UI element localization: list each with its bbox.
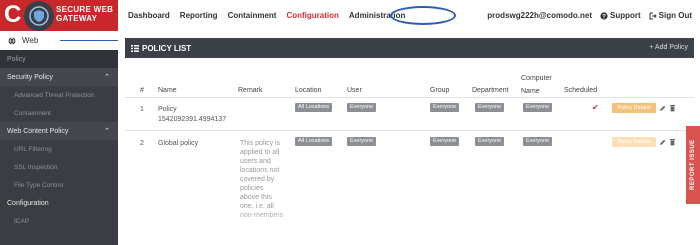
department-tag: Everyone xyxy=(475,103,505,112)
svg-text:?: ? xyxy=(602,14,606,20)
sidebar-item-atp[interactable]: Advanced Threat Protection xyxy=(0,86,118,104)
user-email[interactable]: prodswg222h@comodo.net xyxy=(487,11,592,20)
sidebar: Web Policy Security Policy ⌃ Advanced Th… xyxy=(0,31,184,245)
policy-details-button[interactable]: Policy Details xyxy=(612,137,656,147)
group-tag: Everyone xyxy=(430,103,460,112)
table-divider xyxy=(125,97,694,98)
sign-out-icon xyxy=(649,12,657,19)
sidebar-item-web[interactable]: Web xyxy=(0,31,184,50)
globe-icon xyxy=(8,36,16,45)
col-header-location: Location xyxy=(295,87,322,94)
col-header-computer-name: Computer Name xyxy=(521,74,552,96)
report-issue-tab[interactable]: REPORT ISSUE xyxy=(686,126,700,204)
chevron-up-icon: ⌃ xyxy=(104,128,110,135)
row-name-id: 1542092391.4994137 xyxy=(158,116,227,123)
remark-line: applied to all xyxy=(240,149,280,156)
col-header-group: Group xyxy=(430,87,450,94)
brand-line-2: GATEWAY xyxy=(56,14,98,23)
scheduled-check-icon: ✔ xyxy=(592,103,599,112)
add-policy-button[interactable]: + Add Policy xyxy=(649,44,688,51)
support-link[interactable]: ? Support xyxy=(600,11,641,20)
signout-label: Sign Out xyxy=(658,11,692,20)
sidebar-web-content-policy-label: Web Content Policy xyxy=(7,127,69,135)
sidebar-security-policy-label: Security Policy xyxy=(7,73,53,81)
sidebar-item-containment[interactable]: Containment xyxy=(0,104,118,122)
list-icon xyxy=(131,44,139,52)
user-tag: Everyone xyxy=(347,137,377,146)
col-header-num: # xyxy=(140,87,144,94)
sidebar-item-url-filtering[interactable]: URL Filtering xyxy=(0,140,118,158)
brand-name: SECURE WEB GATEWAY xyxy=(56,5,113,23)
row-name[interactable]: Policy xyxy=(158,105,177,114)
sidebar-item-file-type-control[interactable]: File Type Control xyxy=(0,176,118,194)
remark-line: locations not xyxy=(240,167,280,174)
sidebar-item-icap[interactable]: ICAP xyxy=(0,212,118,230)
chevron-up-icon: ⌃ xyxy=(104,74,110,81)
location-tag: All Locations xyxy=(295,103,333,112)
trash-icon[interactable] xyxy=(669,138,676,146)
remark-line: This policy is xyxy=(240,140,281,147)
panel-header: POLICY LIST + Add Policy xyxy=(125,38,694,58)
col-header-computer-line2: Name xyxy=(521,88,540,95)
computer-tag: Everyone xyxy=(523,103,553,112)
col-header-computer-line1: Computer xyxy=(521,75,552,82)
computer-tag: Everyone xyxy=(523,137,553,146)
top-navigation: Dashboard Reporting Containment Configur… xyxy=(118,0,700,31)
question-icon: ? xyxy=(600,11,608,20)
sidebar-item-configuration[interactable]: Configuration xyxy=(0,194,118,212)
edit-icon[interactable] xyxy=(659,138,666,146)
sidebar-item-ssl-inspection[interactable]: SSL Inspection xyxy=(0,158,118,176)
brand-letter: C xyxy=(4,1,22,28)
location-tag: All Locations xyxy=(295,137,333,146)
support-label: Support xyxy=(610,11,641,20)
row-num: 2 xyxy=(140,140,144,147)
nav-reporting[interactable]: Reporting xyxy=(180,11,218,20)
col-header-department: Department xyxy=(472,87,509,94)
bottom-fade xyxy=(118,205,700,245)
table-divider xyxy=(125,130,694,131)
signout-link[interactable]: Sign Out xyxy=(649,11,692,20)
brand-line-1: SECURE WEB xyxy=(56,5,114,14)
department-tag: Everyone xyxy=(475,137,505,146)
remark-line: users and xyxy=(240,158,271,165)
sidebar-web-label: Web xyxy=(22,36,39,45)
remark-line: covered by xyxy=(240,176,275,183)
row-name[interactable]: Global policy xyxy=(158,139,198,148)
policy-details-button[interactable]: Policy Details xyxy=(612,103,656,113)
user-menu: prodswg222h@comodo.net ? Support Sign Ou… xyxy=(487,11,692,20)
nav-dashboard[interactable]: Dashboard xyxy=(128,11,170,20)
remark-line: policies xyxy=(240,185,264,192)
sidebar-item-security-policy[interactable]: Security Policy ⌃ xyxy=(0,68,118,86)
user-tag: Everyone xyxy=(347,103,377,112)
trash-icon[interactable] xyxy=(669,104,676,112)
shield-icon xyxy=(24,1,54,31)
col-header-scheduled: Scheduled xyxy=(564,87,598,94)
col-header-name: Name xyxy=(158,87,177,94)
col-header-remark: Remark xyxy=(238,87,263,94)
sidebar-section-policy: Policy xyxy=(0,50,118,68)
col-header-user: User xyxy=(347,87,362,94)
nav-containment[interactable]: Containment xyxy=(228,11,277,20)
brand-logo[interactable]: C SECURE WEB GATEWAY xyxy=(0,0,118,31)
nav-configuration[interactable]: Configuration xyxy=(286,11,338,20)
row-num: 1 xyxy=(140,106,144,113)
annotation-oval xyxy=(390,6,456,25)
remark-line: above this xyxy=(240,194,272,201)
sidebar-item-web-content-policy[interactable]: Web Content Policy ⌃ xyxy=(0,122,118,140)
group-tag: Everyone xyxy=(430,137,460,146)
edit-icon[interactable] xyxy=(659,104,666,112)
panel-title: POLICY LIST xyxy=(142,43,192,53)
